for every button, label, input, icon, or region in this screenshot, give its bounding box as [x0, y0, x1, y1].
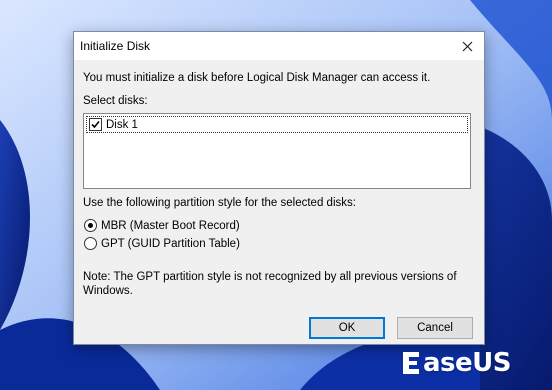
mbr-label: MBR (Master Boot Record) — [101, 219, 240, 232]
partition-style-label: Use the following partition style for th… — [83, 197, 356, 209]
disk-list[interactable]: Disk 1 — [83, 113, 471, 189]
intro-text: You must initialize a disk before Logica… — [83, 72, 431, 84]
dialog-title: Initialize Disk — [80, 39, 151, 53]
checkmark-icon — [91, 120, 100, 129]
select-disks-label: Select disks: — [83, 95, 148, 107]
titlebar: Initialize Disk — [74, 32, 484, 60]
list-item-disk-1[interactable]: Disk 1 — [86, 116, 468, 133]
cancel-button[interactable]: Cancel — [397, 317, 473, 339]
disk-1-checkbox[interactable] — [89, 118, 102, 131]
ok-button[interactable]: OK — [309, 317, 385, 339]
gpt-option[interactable]: GPT (GUID Partition Table) — [84, 237, 240, 250]
close-button[interactable] — [450, 32, 484, 60]
gpt-radio[interactable] — [84, 237, 97, 250]
easeus-watermark: aseUS — [400, 348, 512, 378]
easeus-logo-icon — [403, 352, 419, 374]
close-icon — [462, 41, 472, 51]
initialize-disk-dialog: Initialize Disk You must initialize a di… — [73, 31, 485, 345]
mbr-option[interactable]: MBR (Master Boot Record) — [84, 219, 240, 232]
gpt-label: GPT (GUID Partition Table) — [101, 237, 240, 250]
mbr-radio[interactable] — [84, 219, 97, 232]
gpt-note: Note: The GPT partition style is not rec… — [83, 271, 457, 297]
disk-1-label: Disk 1 — [106, 118, 138, 131]
watermark-text: aseUS — [423, 348, 512, 378]
